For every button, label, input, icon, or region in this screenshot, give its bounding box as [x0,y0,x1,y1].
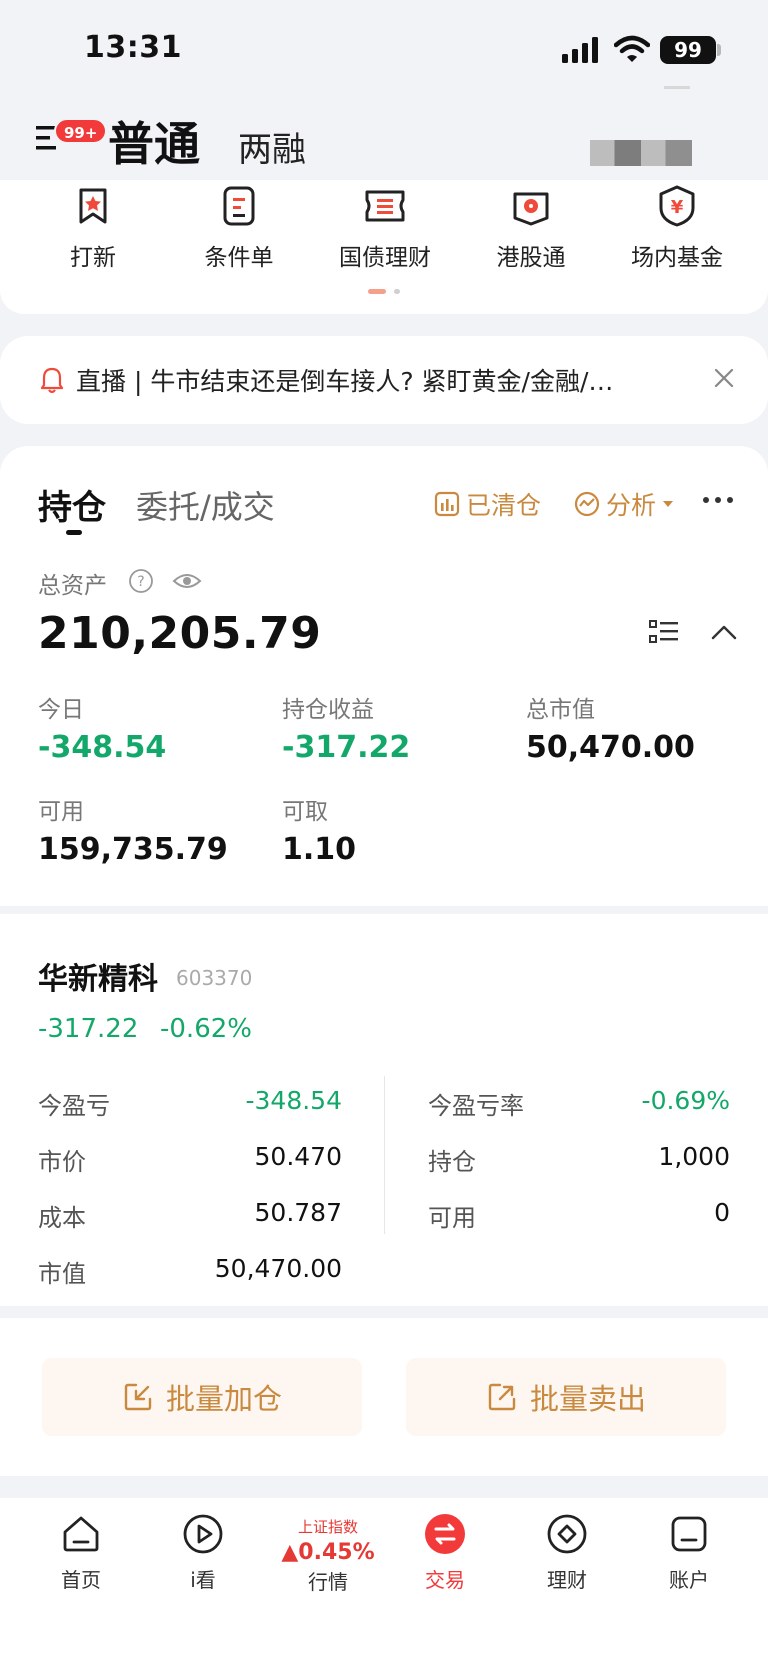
page-indicator [394,289,400,294]
stock-code: 603370 [176,966,253,990]
ipo-flag-icon [79,188,107,224]
detail-value-cost: 50.787 [254,1198,342,1227]
wealth-diamond-icon [547,1514,587,1554]
tab-orders[interactable]: 委托/成交 [136,482,275,528]
play-icon [183,1514,223,1554]
total-assets-value: 210,205.79 [38,608,322,659]
stat-label-market-value: 总市值 [526,697,595,723]
detail-label-price: 市价 [38,1148,86,1176]
stat-label-position-pnl: 持仓收益 [282,697,374,723]
tab-normal-account[interactable]: 普通 [108,108,200,174]
stat-value-available: 159,735.79 [38,832,228,867]
detail-value-today-pnl: -348.54 [245,1086,343,1115]
detail-label-cost: 成本 [38,1204,86,1232]
detail-label-today-pnl: 今盈亏 [38,1092,110,1120]
batch-add-button[interactable]: 批量加仓 [42,1358,362,1436]
wifi-icon [614,35,650,62]
detail-value-today-pnl-rate: -0.69% [641,1086,730,1115]
stat-label-today: 今日 [38,697,84,723]
nav-market-index-change[interactable]: ▲0.45% [268,1540,388,1565]
masked-account-number[interactable] [590,140,692,166]
close-icon[interactable] [712,366,736,390]
signal-icon [562,37,598,63]
battery-nub [717,44,721,56]
caret-down-icon [663,501,674,507]
nav-trade[interactable]: 交易 [390,1512,500,1593]
detail-label-today-pnl-rate: 今盈亏率 [428,1092,524,1120]
stat-label-withdrawable: 可取 [282,799,328,825]
fund-shield-icon: ¥ [659,185,695,227]
tab-margin-account[interactable]: 两融 [238,122,306,171]
detail-value-available: 0 [714,1198,730,1227]
eye-icon[interactable] [172,568,202,594]
hk-connect-icon [513,192,549,226]
column-divider [384,1076,385,1234]
analysis-icon [574,491,600,517]
quick-item-hk-connect[interactable]: 港股通 [456,184,606,272]
detail-value-price: 50.470 [254,1142,342,1171]
stat-value-position-pnl: -317.22 [282,730,411,765]
notice-text[interactable]: 直播 | 牛市结束还是倒车接人? 紧盯黄金/金融/… [76,362,686,398]
message-badge: 99+ [54,118,108,144]
batch-sell-button[interactable]: 批量卖出 [406,1358,726,1436]
detail-label-available: 可用 [428,1204,476,1232]
more-icon[interactable] [700,488,736,512]
detail-label-holding: 持仓 [428,1148,476,1176]
page-indicator-active [368,289,386,294]
chevron-up-icon[interactable] [710,622,738,642]
detail-label-market-value: 市值 [38,1260,86,1288]
nav-watch[interactable]: i看 [148,1512,258,1593]
condition-order-icon [223,186,255,226]
quick-item-condition-order[interactable]: 条件单 [164,184,314,272]
quick-item-exchange-fund[interactable]: ¥ 场内基金 [602,184,752,272]
batch-sell-icon [488,1383,516,1411]
stat-value-today: -348.54 [38,730,167,765]
bar-chart-icon [434,491,460,517]
detail-value-market-value: 50,470.00 [214,1254,342,1283]
stat-value-market-value: 50,470.00 [526,730,695,765]
nav-account[interactable]: 账户 [634,1512,744,1593]
quick-item-ipo[interactable]: 打新 [18,184,168,272]
tab-positions[interactable]: 持仓 [38,480,106,529]
account-icon [671,1516,707,1552]
bell-icon [40,367,64,394]
detail-value-holding: 1,000 [658,1142,730,1171]
nav-market-index-label[interactable]: 上证指数 [268,1516,388,1537]
stock-pnl-rate: -0.62% [160,1014,252,1044]
stock-pnl: -317.22 [38,1014,139,1044]
active-tab-indicator [66,530,82,535]
bond-ticket-icon [365,190,405,222]
quick-item-bond[interactable]: 国债理财 [310,184,460,272]
cleared-positions-button[interactable]: 已清仓 [434,486,541,522]
header-divider [664,86,690,89]
stat-value-withdrawable: 1.10 [282,832,357,867]
nav-home[interactable]: 首页 [26,1512,136,1593]
battery-indicator: 99 [660,36,716,64]
stat-label-available: 可用 [38,799,84,825]
list-view-icon[interactable] [648,618,680,646]
analysis-dropdown[interactable]: 分析 [574,486,674,522]
stock-name: 华新精科 [38,962,158,997]
nav-wealth[interactable]: 理财 [512,1512,622,1593]
status-time: 13:31 [84,30,182,65]
nav-market[interactable]: 行情 [268,1566,388,1595]
trade-swap-icon [425,1514,465,1554]
help-icon[interactable]: ? [128,568,154,594]
total-assets-label: 总资产 [38,573,107,599]
home-icon [63,1516,99,1552]
svg-text:?: ? [137,574,144,590]
svg-text:¥: ¥ [671,197,684,218]
batch-add-icon [124,1383,152,1411]
